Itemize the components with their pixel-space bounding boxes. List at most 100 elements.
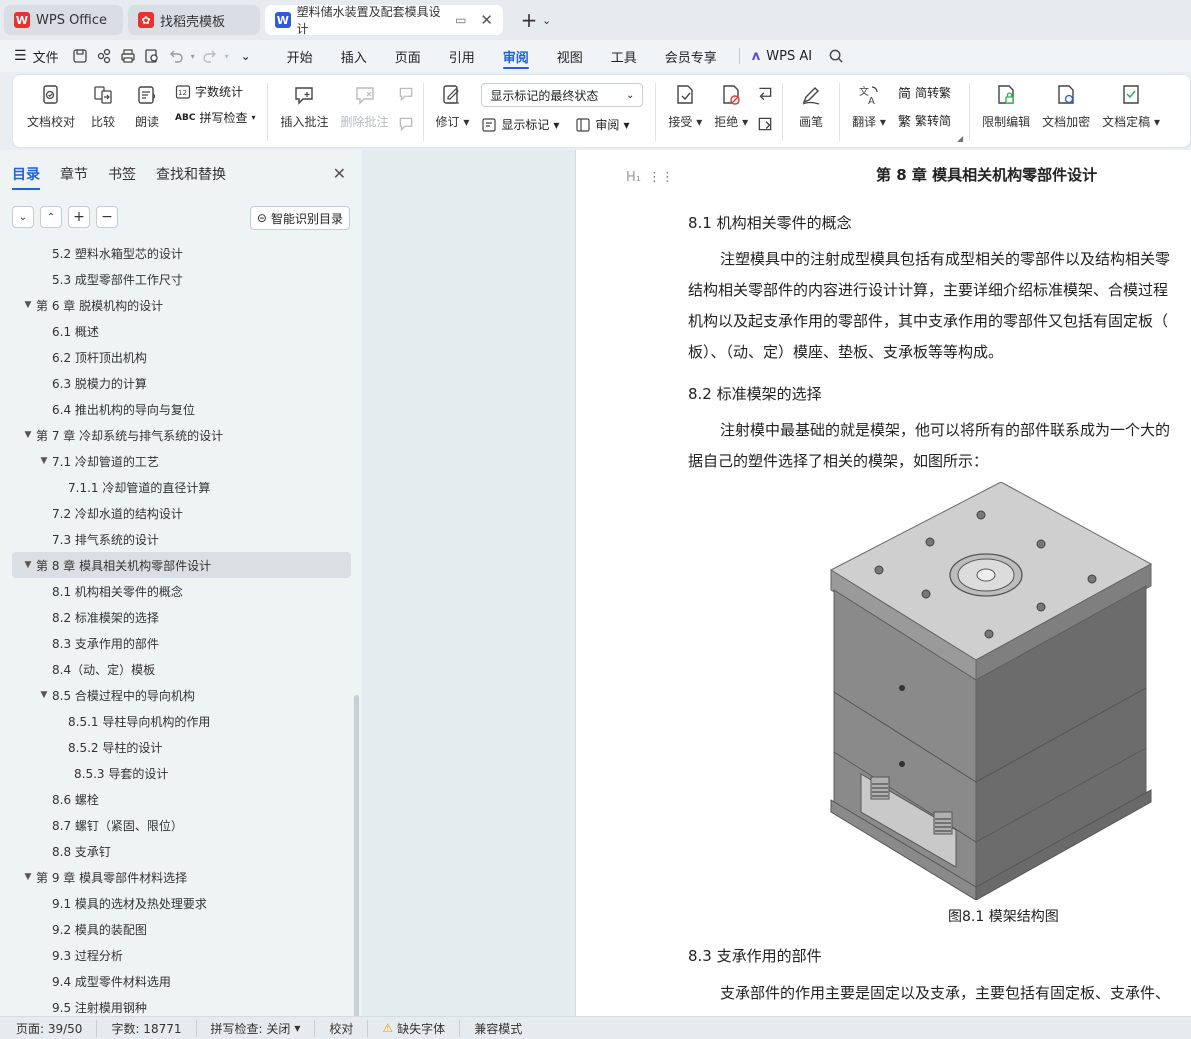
toc-item[interactable]: 8.6 螺栓: [12, 786, 351, 812]
undo-icon[interactable]: [167, 47, 185, 65]
toc-item[interactable]: 6.2 顶杆顶出机构: [12, 344, 351, 370]
save-icon[interactable]: [71, 47, 89, 65]
toc-item[interactable]: ▼ 8.5 合模过程中的导向机构: [12, 682, 351, 708]
tab-wps-office[interactable]: W WPS Office: [4, 5, 123, 35]
toc-item[interactable]: 5.2 塑料水箱型芯的设计: [12, 240, 351, 266]
toc-item[interactable]: 8.7 螺钉（紧固、限位）: [12, 812, 351, 838]
menu-tools[interactable]: 工具: [597, 40, 651, 72]
revise-button[interactable]: 修订 ▾: [430, 83, 476, 130]
ai-toc-button[interactable]: ⊝ 智能识别目录: [249, 206, 350, 230]
collapse-arrow-icon[interactable]: ▼: [20, 872, 36, 882]
close-pane-icon[interactable]: ✕: [333, 164, 346, 183]
document-page[interactable]: H₁ ⋮⋮ 第 8 章 模具相关机构零部件设计 8.1 机构相关零件的概念 注塑…: [575, 150, 1191, 1016]
tab-find-replace[interactable]: 查找和替换: [156, 164, 226, 184]
wps-ai-button[interactable]: ʌ WPS AI: [748, 40, 826, 72]
read-aloud-button[interactable]: 朗读: [125, 83, 169, 130]
undo-dropdown-icon[interactable]: ▾: [191, 52, 195, 61]
tab-toc[interactable]: 目录: [12, 164, 40, 190]
collapse-arrow-icon[interactable]: ▼: [36, 456, 52, 466]
tab-chapters[interactable]: 章节: [60, 164, 88, 184]
toc-item[interactable]: ▼ 第 8 章 模具相关机构零部件设计: [12, 552, 351, 578]
spell-check-status[interactable]: 拼写检查: 关闭 ▾: [195, 1019, 315, 1037]
delete-comment-button[interactable]: 删除批注: [335, 83, 395, 130]
redo-icon[interactable]: [201, 47, 219, 65]
tab-document[interactable]: W 塑料储水装置及配套模具设计 ▭ ✕: [265, 5, 503, 36]
toc-item[interactable]: ▼ 第 9 章 模具零部件材料选择: [12, 864, 351, 890]
menu-view[interactable]: 视图: [543, 40, 597, 72]
review-pane-button[interactable]: 审阅 ▾: [575, 116, 629, 133]
collapse-arrow-icon[interactable]: ▼: [20, 430, 36, 440]
toc-scrollbar[interactable]: [354, 695, 359, 1025]
tab-list-chevron-icon[interactable]: ⌄: [542, 14, 551, 27]
tab-bookmarks[interactable]: 书签: [108, 164, 136, 184]
toc-item[interactable]: 8.3 支承作用的部件: [12, 630, 351, 656]
translate-button[interactable]: 文A 翻译 ▾: [846, 83, 892, 130]
toc-item[interactable]: 9.1 模具的选材及热处理要求: [12, 890, 351, 916]
menu-insert[interactable]: 插入: [327, 40, 381, 72]
mold-base-figure[interactable]: [826, 482, 1156, 900]
toc-item[interactable]: 8.5.3 导套的设计: [12, 760, 351, 786]
toc-item[interactable]: 9.4 成型零件材料选用: [12, 968, 351, 994]
toc-item[interactable]: 6.3 脱模力的计算: [12, 370, 351, 396]
toc-item[interactable]: 6.1 概述: [12, 318, 351, 344]
toc-item[interactable]: 8.2 标准模架的选择: [12, 604, 351, 630]
show-markup-button[interactable]: 显示标记 ▾: [481, 116, 559, 133]
word-count-indicator[interactable]: 字数: 18771: [96, 1019, 195, 1037]
display-mode-select[interactable]: 显示标记的最终状态 ⌄: [481, 83, 644, 107]
missing-font-status[interactable]: ⚠ 缺失字体: [367, 1019, 459, 1037]
next-change-icon[interactable]: [756, 115, 774, 133]
collapse-arrow-icon[interactable]: ▼: [36, 690, 52, 700]
print-preview-icon[interactable]: [143, 47, 161, 65]
toc-item[interactable]: 9.3 过程分析: [12, 942, 351, 968]
menu-start[interactable]: 开始: [273, 40, 327, 72]
menu-references[interactable]: 引用: [435, 40, 489, 72]
proofread-status[interactable]: 校对: [314, 1019, 367, 1037]
toc-item[interactable]: 6.4 推出机构的导向与复位: [12, 396, 351, 422]
restrict-editing-button[interactable]: 限制编辑: [976, 83, 1036, 130]
reject-button[interactable]: 拒绝 ▾: [708, 83, 754, 130]
menu-page[interactable]: 页面: [381, 40, 435, 72]
collapse-all-button[interactable]: ⌃: [40, 206, 62, 228]
toc-item[interactable]: ▼ 第 6 章 脱模机构的设计: [12, 292, 351, 318]
drag-handle-icon[interactable]: ⋮⋮: [648, 170, 674, 185]
toc-item[interactable]: 7.2 冷却水道的结构设计: [12, 500, 351, 526]
traditional-to-simplified-button[interactable]: 繁 繁转简: [898, 111, 951, 130]
print-icon[interactable]: [119, 47, 137, 65]
close-tab-icon[interactable]: ✕: [480, 11, 493, 29]
new-tab-button[interactable]: +: [516, 8, 542, 32]
window-mode-icon[interactable]: ▭: [455, 13, 466, 27]
file-menu[interactable]: ☰ 文件: [14, 47, 71, 66]
collapse-arrow-icon[interactable]: ▼: [20, 300, 36, 310]
search-icon[interactable]: [828, 48, 845, 65]
toc-item[interactable]: ▼ 第 7 章 冷却系统与排气系统的设计: [12, 422, 351, 448]
share-icon[interactable]: [95, 47, 113, 65]
compare-button[interactable]: 比较: [81, 83, 125, 130]
redo-dropdown-icon[interactable]: ▾: [225, 52, 229, 61]
toc-item[interactable]: 7.3 排气系统的设计: [12, 526, 351, 552]
previous-change-icon[interactable]: [756, 85, 774, 103]
toc-item[interactable]: ▼ 7.1 冷却管道的工艺: [12, 448, 351, 474]
insert-comment-button[interactable]: 插入批注: [274, 83, 334, 130]
toc-item[interactable]: 9.2 模具的装配图: [12, 916, 351, 942]
encrypt-button[interactable]: 文档加密: [1036, 83, 1096, 130]
menu-member[interactable]: 会员专享: [651, 40, 731, 72]
toc-item[interactable]: 8.1 机构相关零件的概念: [12, 578, 351, 604]
collapse-arrow-icon[interactable]: ▼: [20, 560, 36, 570]
toc-item[interactable]: 8.5.1 导柱导向机构的作用: [12, 708, 351, 734]
tab-docer[interactable]: ✿ 找稻壳模板: [128, 5, 260, 35]
proofread-button[interactable]: 文档校对: [21, 83, 81, 130]
previous-comment-icon[interactable]: [397, 85, 415, 103]
remove-heading-button[interactable]: −: [96, 206, 118, 228]
accept-button[interactable]: 接受 ▾: [662, 83, 708, 130]
menu-review[interactable]: 审阅: [489, 40, 543, 72]
toc-item[interactable]: 8.4（动、定）模板: [12, 656, 351, 682]
toc-item[interactable]: 7.1.1 冷却管道的直径计算: [12, 474, 351, 500]
simplified-to-traditional-button[interactable]: 简 简转繁: [898, 83, 951, 102]
pen-button[interactable]: 画笔: [789, 83, 833, 130]
next-comment-icon[interactable]: [397, 115, 415, 133]
finalize-button[interactable]: 文档定稿 ▾: [1096, 83, 1166, 130]
toc-item[interactable]: 8.5.2 导柱的设计: [12, 734, 351, 760]
add-heading-button[interactable]: +: [68, 206, 90, 228]
page-indicator[interactable]: 页面: 39/50: [16, 1020, 96, 1037]
toc-item[interactable]: 5.3 成型零部件工作尺寸: [12, 266, 351, 292]
